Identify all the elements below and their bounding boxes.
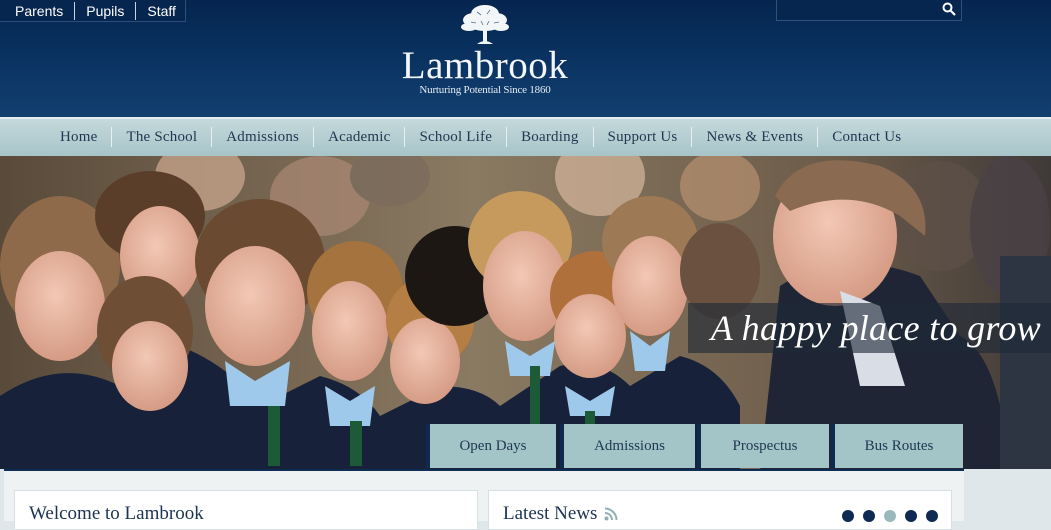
quick-link-bus-routes[interactable]: Bus Routes — [831, 424, 963, 468]
welcome-box: Welcome to Lambrook — [14, 490, 478, 530]
search-input[interactable] — [779, 1, 943, 20]
carousel-dot-1[interactable] — [842, 510, 854, 522]
top-links-bar: Parents Pupils Staff — [0, 0, 186, 22]
quick-link-prospectus[interactable]: Prospectus — [697, 424, 829, 468]
top-link-parents[interactable]: Parents — [0, 2, 74, 20]
main-navigation: Home The School Admissions Academic Scho… — [0, 117, 1051, 156]
site-header: Parents Pupils Staff Lambrook Nurturing … — [0, 0, 1051, 117]
carousel-dot-4[interactable] — [905, 510, 917, 522]
logo-name: Lambrook — [401, 44, 569, 87]
top-link-staff[interactable]: Staff — [135, 1, 187, 20]
nav-item-school-life[interactable]: School Life — [404, 126, 506, 147]
latest-news-title: Latest News — [503, 503, 598, 524]
nav-item-contact-us[interactable]: Contact Us — [817, 126, 915, 147]
tree-icon — [461, 5, 509, 44]
news-carousel-dots — [842, 510, 938, 522]
nav-item-home[interactable]: Home — [46, 127, 111, 147]
site-logo[interactable]: Lambrook Nurturing Potential Since 1860 — [390, 0, 580, 100]
carousel-dot-2[interactable] — [863, 510, 875, 522]
latest-news-box: Latest News — [488, 490, 952, 530]
carousel-dot-3[interactable] — [884, 510, 896, 522]
quick-link-admissions[interactable]: Admissions — [560, 424, 695, 468]
rss-icon[interactable] — [604, 507, 618, 521]
content-area: Welcome to Lambrook Latest News — [0, 469, 1051, 530]
quick-link-open-days[interactable]: Open Days — [426, 424, 556, 468]
search-box — [776, 0, 962, 21]
nav-item-academic[interactable]: Academic — [313, 126, 404, 147]
nav-item-support-us[interactable]: Support Us — [592, 126, 692, 147]
nav-item-boarding[interactable]: Boarding — [506, 126, 592, 147]
nav-item-news-events[interactable]: News & Events — [691, 126, 817, 147]
hero-tagline: A happy place to grow — [688, 303, 1051, 353]
nav-item-the-school[interactable]: The School — [111, 126, 211, 147]
carousel-dot-5[interactable] — [926, 510, 938, 522]
logo-tagline: Nurturing Potential Since 1860 — [419, 84, 551, 96]
welcome-title: Welcome to Lambrook — [29, 503, 204, 524]
nav-item-admissions[interactable]: Admissions — [211, 126, 313, 147]
search-icon[interactable] — [942, 2, 956, 16]
top-link-pupils[interactable]: Pupils — [74, 1, 135, 20]
